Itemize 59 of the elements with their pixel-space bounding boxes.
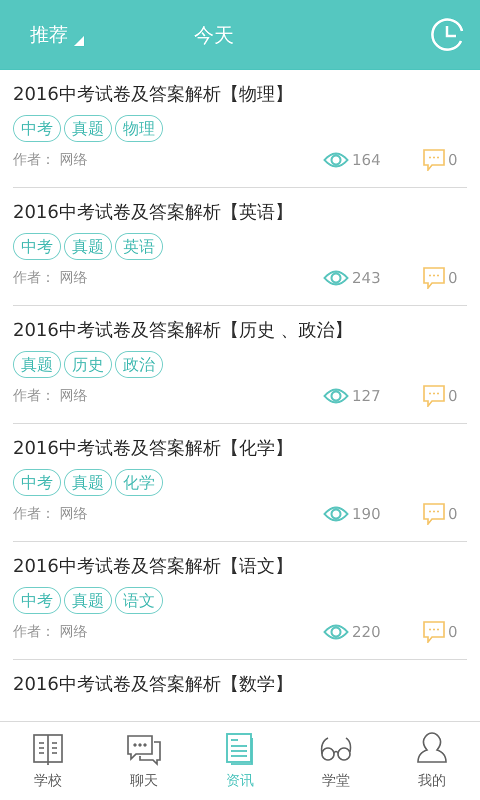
view-count: 164 bbox=[352, 151, 381, 169]
tag[interactable]: 语文 bbox=[115, 587, 163, 614]
tag[interactable]: 历史 bbox=[64, 351, 112, 378]
clock-icon[interactable] bbox=[430, 17, 466, 53]
tag[interactable]: 中考 bbox=[13, 469, 61, 496]
article-title[interactable]: 2016中考试卷及答案解析【语文】 bbox=[13, 554, 467, 580]
eye-icon bbox=[323, 269, 349, 287]
comment-count: 0 bbox=[448, 623, 458, 641]
comment-count: 0 bbox=[448, 269, 458, 287]
comment-icon bbox=[423, 267, 445, 289]
dropdown-icon bbox=[74, 36, 84, 46]
tag[interactable]: 物理 bbox=[115, 115, 163, 142]
tag[interactable]: 真题 bbox=[64, 233, 112, 260]
comment-count: 0 bbox=[448, 505, 458, 523]
author-text: 作者： 网络 bbox=[13, 269, 88, 287]
nav-tab[interactable]: 学堂 bbox=[288, 722, 384, 800]
comment-icon bbox=[423, 385, 445, 407]
tag[interactable]: 真题 bbox=[64, 587, 112, 614]
filter-dropdown[interactable]: 推荐 bbox=[30, 22, 84, 48]
tag[interactable]: 真题 bbox=[13, 351, 61, 378]
tag[interactable]: 英语 bbox=[115, 233, 163, 260]
comment-icon bbox=[423, 621, 445, 643]
nav-tab[interactable]: 我的 bbox=[384, 722, 480, 800]
tag[interactable]: 真题 bbox=[64, 115, 112, 142]
article-title[interactable]: 2016中考试卷及答案解析【物理】 bbox=[13, 82, 467, 108]
eye-icon bbox=[323, 151, 349, 169]
author-text: 作者： 网络 bbox=[13, 387, 88, 405]
nav-tab[interactable]: 聊天 bbox=[96, 722, 192, 800]
article-title[interactable]: 2016中考试卷及答案解析【历史 、政治】 bbox=[13, 318, 467, 344]
view-count: 127 bbox=[352, 387, 381, 405]
view-count: 220 bbox=[352, 623, 381, 641]
tag[interactable]: 政治 bbox=[115, 351, 163, 378]
eye-icon bbox=[323, 505, 349, 523]
tag[interactable]: 中考 bbox=[13, 115, 61, 142]
article-title[interactable]: 2016中考试卷及答案解析【化学】 bbox=[13, 436, 467, 462]
person-icon bbox=[416, 732, 448, 766]
comment-icon bbox=[423, 503, 445, 525]
author-text: 作者： 网络 bbox=[13, 505, 88, 523]
tag[interactable]: 中考 bbox=[13, 587, 61, 614]
book-icon bbox=[31, 732, 65, 766]
nav-tab[interactable]: 资讯 bbox=[192, 722, 288, 800]
chat-icon bbox=[126, 732, 162, 766]
author-text: 作者： 网络 bbox=[13, 623, 88, 641]
eye-icon bbox=[323, 623, 349, 641]
view-count: 190 bbox=[352, 505, 381, 523]
header-title: 今天 bbox=[194, 22, 235, 48]
comment-count: 0 bbox=[448, 387, 458, 405]
tag[interactable]: 中考 bbox=[13, 233, 61, 260]
eye-icon bbox=[323, 387, 349, 405]
nav-tab[interactable]: 学校 bbox=[0, 722, 96, 800]
author-text: 作者： 网络 bbox=[13, 151, 88, 169]
view-count: 243 bbox=[352, 269, 381, 287]
tag[interactable]: 化学 bbox=[115, 469, 163, 496]
document-icon bbox=[225, 732, 255, 766]
article-title[interactable]: 2016中考试卷及答案解析【数学】 bbox=[13, 672, 467, 698]
comment-icon bbox=[423, 149, 445, 171]
tag[interactable]: 真题 bbox=[64, 469, 112, 496]
comment-count: 0 bbox=[448, 151, 458, 169]
article-title[interactable]: 2016中考试卷及答案解析【英语】 bbox=[13, 200, 467, 226]
